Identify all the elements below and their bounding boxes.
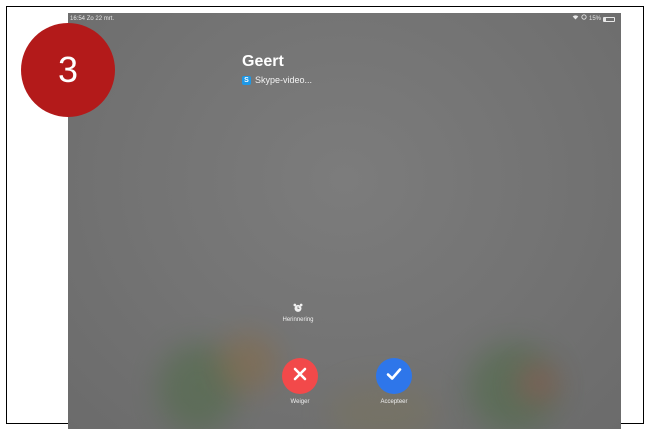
decline-circle[interactable]	[282, 358, 318, 394]
wifi-icon	[572, 13, 579, 25]
battery-percentage: 15%	[588, 16, 601, 22]
checkmark-icon	[386, 367, 402, 386]
call-app-line: S Skype-video...	[242, 75, 312, 85]
background-blur-accent	[518, 363, 558, 403]
remind-me-button[interactable]: Herinnering	[268, 303, 328, 323]
accept-button[interactable]: Accepteer	[364, 358, 424, 405]
decline-button[interactable]: Weiger	[270, 358, 330, 405]
status-time: 16:54	[70, 16, 86, 22]
call-app-label: Skype-video...	[255, 75, 313, 85]
background-blur-object	[218, 333, 278, 393]
orientation-lock-icon	[581, 13, 587, 25]
status-date: Zo 22 mrt.	[86, 16, 115, 22]
status-bar: 16:54 Zo 22 mrt. 15%	[68, 13, 621, 25]
accept-circle[interactable]	[376, 358, 412, 394]
skype-icon: S	[242, 75, 251, 85]
decline-label: Weiger	[290, 399, 310, 405]
caller-name: Geert	[242, 53, 284, 70]
battery-icon	[603, 16, 615, 22]
alarm-icon	[268, 303, 328, 317]
remind-me-label: Herinnering	[282, 317, 314, 323]
close-icon	[293, 367, 307, 386]
step-number-badge: 3	[21, 23, 115, 117]
accept-label: Accepteer	[380, 399, 408, 405]
incoming-call-screen: 16:54 Zo 22 mrt. 15% Geert S Skype-video…	[68, 13, 621, 429]
